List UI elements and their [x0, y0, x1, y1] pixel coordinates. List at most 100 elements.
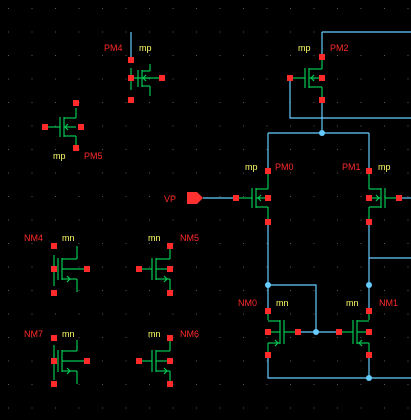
grid-dot	[172, 219, 174, 221]
pin-square[interactable]	[366, 329, 372, 335]
grid-dot	[125, 407, 127, 409]
grid-dot	[8, 219, 9, 221]
model-label: mp	[53, 151, 66, 161]
pin-square[interactable]	[319, 75, 325, 81]
grid-dot	[196, 266, 197, 268]
grid-dot	[266, 360, 268, 362]
grid-dot	[243, 149, 244, 150]
grid-dot	[125, 8, 127, 9]
grid-dot	[102, 266, 103, 268]
grid-dot	[337, 219, 338, 221]
grid-dot	[31, 196, 33, 197]
pin-square[interactable]	[167, 381, 173, 387]
grid-dot	[243, 8, 244, 9]
grid-dot	[55, 149, 56, 150]
grid-dot	[243, 407, 244, 409]
grid-dot	[31, 102, 33, 103]
pin-square[interactable]	[78, 124, 84, 130]
grid-dot	[219, 196, 221, 197]
pin-square[interactable]	[336, 329, 342, 335]
grid-dot	[102, 196, 103, 197]
grid-dot	[8, 266, 9, 268]
grid-dot	[102, 8, 103, 9]
pin-square[interactable]	[265, 168, 271, 174]
pin-square[interactable]	[265, 195, 271, 201]
pin-square[interactable]	[233, 195, 239, 201]
pin-square[interactable]	[319, 97, 325, 103]
grid-dot	[266, 78, 268, 80]
grid-dot	[55, 78, 56, 80]
schematic-canvas[interactable]: PM4 mp mp PM2 mp PM5 mp PM0 PM1 mp NM4 m…	[0, 0, 411, 420]
instance-label: PM1	[342, 162, 361, 172]
grid-dot	[8, 78, 9, 80]
pin-square[interactable]	[84, 358, 90, 364]
pin-square[interactable]	[366, 195, 372, 201]
grid-dot	[78, 266, 80, 268]
grid-dot	[149, 55, 150, 56]
pin-square[interactable]	[84, 266, 90, 272]
grid-dot	[172, 55, 174, 56]
pin-square[interactable]	[73, 100, 79, 106]
pin-square[interactable]	[136, 358, 142, 364]
pin-square[interactable]	[366, 308, 372, 314]
grid-dot	[290, 243, 291, 244]
pin-square[interactable]	[366, 168, 372, 174]
pin-square[interactable]	[51, 358, 57, 364]
pin-square[interactable]	[42, 124, 48, 130]
pin-square[interactable]	[167, 243, 173, 249]
pin-square[interactable]	[167, 358, 173, 364]
pin-square[interactable]	[51, 243, 57, 249]
pin-square[interactable]	[51, 335, 57, 341]
grid-dot	[313, 55, 315, 56]
grid-dot	[125, 384, 127, 385]
model-label: mn	[148, 329, 161, 339]
grid-dot	[243, 55, 244, 56]
grid-dot	[196, 313, 197, 315]
pin-square[interactable]	[73, 145, 79, 151]
pin-square[interactable]	[265, 352, 271, 358]
grid-dot	[172, 78, 174, 80]
grid-dot	[78, 407, 80, 409]
pin-square[interactable]	[319, 54, 325, 60]
pin-square[interactable]	[265, 329, 271, 335]
grid-dot	[8, 196, 9, 197]
model-label: mp	[245, 162, 258, 172]
grid-dot	[55, 196, 56, 197]
pin-square[interactable]	[167, 290, 173, 296]
pin-square[interactable]	[128, 97, 134, 103]
grid-dot	[219, 407, 221, 409]
grid-dot	[125, 102, 127, 103]
pin-square[interactable]	[51, 266, 57, 272]
pin-square[interactable]	[51, 381, 57, 387]
grid-dot	[219, 384, 221, 385]
pin-square[interactable]	[167, 335, 173, 341]
grid-dot	[149, 290, 150, 291]
pin-square[interactable]	[396, 195, 402, 201]
grid-dot	[125, 31, 127, 33]
pin-square[interactable]	[167, 266, 173, 272]
pin-square[interactable]	[159, 75, 165, 81]
pin-square[interactable]	[265, 219, 271, 225]
pin-square[interactable]	[287, 75, 293, 81]
grid-dot	[243, 219, 244, 221]
pin-square[interactable]	[295, 329, 301, 335]
grid-dot	[102, 384, 103, 385]
pin-square[interactable]	[136, 266, 142, 272]
grid-dot	[102, 290, 103, 291]
pin-square[interactable]	[128, 57, 134, 63]
pin-square[interactable]	[128, 75, 134, 81]
grid-dot	[266, 266, 268, 268]
grid-dot	[243, 172, 244, 174]
grid-dot	[102, 313, 103, 315]
grid-dot	[360, 8, 362, 9]
grid-dot	[219, 243, 221, 244]
instance-label: NM5	[180, 233, 199, 243]
grid-dot	[243, 31, 244, 33]
grid-dot	[313, 290, 315, 291]
pin-square[interactable]	[366, 219, 372, 225]
grid-dot	[243, 78, 244, 80]
grid-dot	[102, 78, 103, 80]
pin-square[interactable]	[265, 308, 271, 314]
pin-square[interactable]	[366, 352, 372, 358]
pin-square[interactable]	[51, 290, 57, 296]
